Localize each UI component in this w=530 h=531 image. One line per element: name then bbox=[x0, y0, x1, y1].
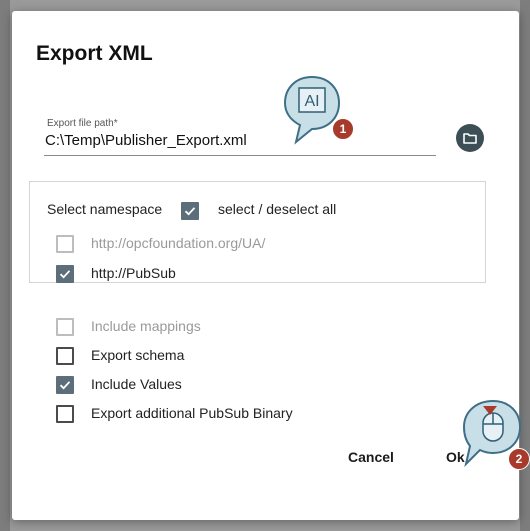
include-mappings-label: Include mappings bbox=[91, 318, 201, 334]
namespace-label-opcfoundation: http://opcfoundation.org/UA/ bbox=[91, 235, 266, 251]
checkmark-icon bbox=[59, 381, 71, 390]
include-mappings-checkbox bbox=[56, 318, 74, 336]
include-values-label: Include Values bbox=[91, 376, 182, 392]
select-all-label: select / deselect all bbox=[218, 201, 337, 217]
callout-number-1: 1 bbox=[332, 118, 354, 140]
namespace-label-pubsub: http://PubSub bbox=[91, 265, 176, 281]
backdrop-left bbox=[0, 0, 10, 531]
export-file-path-input[interactable]: C:\Temp\Publisher_Export.xml bbox=[45, 132, 247, 149]
export-pubsub-binary-checkbox[interactable] bbox=[56, 405, 74, 423]
export-schema-label: Export schema bbox=[91, 347, 185, 363]
callout-mouse-click: 2 bbox=[452, 398, 530, 472]
export-file-path-label: Export file path* bbox=[47, 118, 118, 129]
browse-folder-button[interactable] bbox=[456, 124, 484, 152]
checkmark-icon bbox=[184, 207, 196, 216]
namespace-checkbox-opcfoundation bbox=[56, 235, 74, 253]
dialog-title: Export XML bbox=[36, 42, 153, 65]
include-values-checkbox[interactable] bbox=[56, 376, 74, 394]
text-input-icon-glyph: AI bbox=[304, 93, 319, 110]
select-namespace-label: Select namespace bbox=[47, 201, 163, 217]
text-input-icon: AI bbox=[298, 87, 326, 113]
export-schema-checkbox[interactable] bbox=[56, 347, 74, 365]
export-pubsub-binary-label: Export additional PubSub Binary bbox=[91, 405, 293, 421]
callout-text-input: AI 1 bbox=[278, 74, 360, 150]
field-underline bbox=[44, 155, 436, 156]
namespace-checkbox-pubsub[interactable] bbox=[56, 265, 74, 283]
callout-number-2: 2 bbox=[508, 448, 530, 470]
cancel-button[interactable]: Cancel bbox=[348, 449, 394, 465]
folder-icon bbox=[463, 133, 477, 144]
checkmark-icon bbox=[59, 270, 71, 279]
select-all-checkbox[interactable] bbox=[181, 202, 199, 220]
